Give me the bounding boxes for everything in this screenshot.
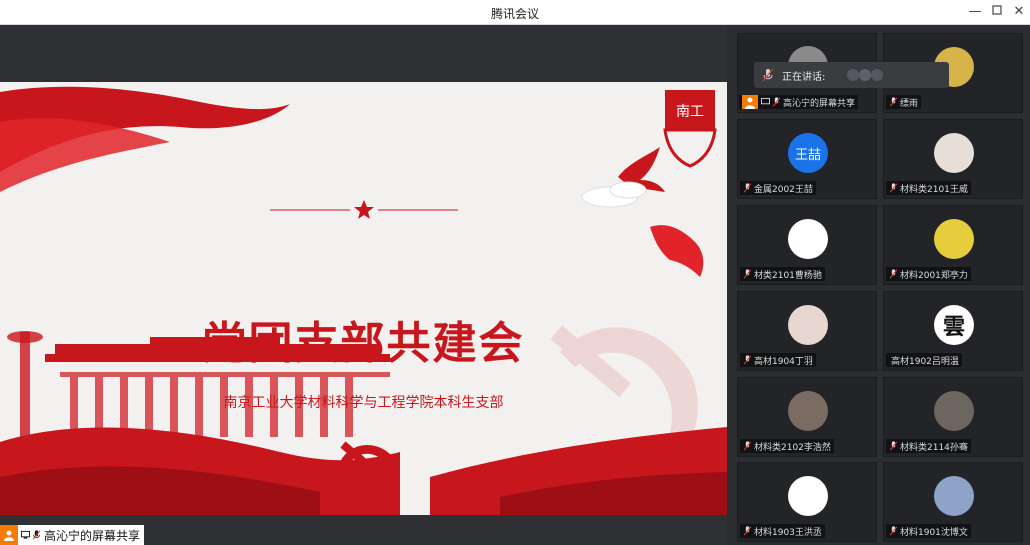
window-title: 腾讯会议 <box>490 7 539 21</box>
mic-muted-icon <box>889 441 898 451</box>
participant-name-bar: 材料类2102李浩然 <box>740 439 834 453</box>
avatar <box>788 391 828 431</box>
mic-muted-icon <box>889 269 898 279</box>
maximize-button[interactable] <box>987 3 1007 21</box>
avatar: 雲 <box>934 305 974 345</box>
avatar <box>934 133 974 173</box>
participant-name-bar: 高沁宁的屏幕共享 <box>739 95 859 109</box>
participant-name: 材料1901沈博文 <box>900 527 968 538</box>
avatar <box>934 219 974 259</box>
host-person-icon <box>742 95 758 109</box>
mic-muted-icon <box>743 441 752 451</box>
svg-text:南工: 南工 <box>676 104 704 120</box>
participant-name-bar: 材料类2114孙骞 <box>886 439 971 453</box>
avatar <box>788 305 828 345</box>
participant-name-bar: 材料类2101王威 <box>886 181 971 195</box>
participant-tile[interactable]: 材料2001郑亭力 <box>883 205 1023 285</box>
participant-tile[interactable]: 材料类2102李浩然 <box>737 377 877 457</box>
participant-name-bar: 材料1903王洪丞 <box>740 524 825 538</box>
screen-share-icon <box>761 97 770 105</box>
avatar <box>788 219 828 259</box>
presentation-slide: 南工 党团支部共建会 南京工业大学材料科学与工程学院本科生支部 <box>0 82 727 515</box>
participant-tile[interactable]: 高材1904丁羽 <box>737 291 877 371</box>
participant-name-bar: 高材1902吕明温 <box>886 353 962 367</box>
participant-name: 材料类2102李浩然 <box>754 442 831 453</box>
participant-name-bar: 材料2001郑亭力 <box>886 267 971 281</box>
mic-muted-icon <box>889 526 898 536</box>
participant-tile[interactable]: 材料类2101王威 <box>883 119 1023 199</box>
slide-decoration: 南工 <box>0 86 727 515</box>
participant-name-bar: 缥雨 <box>886 95 922 109</box>
mic-muted-icon <box>743 183 752 193</box>
participant-name: 材料1903王洪丞 <box>754 527 822 538</box>
close-button[interactable]: ✕ <box>1009 3 1029 21</box>
speaking-indicator: 正在讲话: <box>754 62 949 88</box>
participant-tile[interactable]: 材料1901沈博文 <box>883 462 1023 542</box>
participant-name: 材料类2101王威 <box>900 184 968 195</box>
participant-name: 材料2001郑亭力 <box>900 270 968 281</box>
screen-share-label: 高沁宁的屏幕共享 <box>0 525 145 545</box>
maximize-icon <box>992 5 1002 15</box>
participant-tile[interactable]: 雲 高材1902吕明温 <box>883 291 1023 371</box>
participant-name: 高材1902吕明温 <box>891 356 959 367</box>
participant-name: 高沁宁的屏幕共享 <box>783 98 856 109</box>
mic-muted-icon <box>772 97 781 107</box>
participant-name-bar: 材类2101曹杨驰 <box>740 267 825 281</box>
blurred-name-redaction <box>847 69 884 81</box>
host-person-icon <box>0 525 18 545</box>
mic-icon <box>762 68 774 82</box>
participant-name: 材料类2114孙骞 <box>900 442 968 453</box>
minimize-button[interactable]: — <box>965 3 985 21</box>
screen-share-text: 高沁宁的屏幕共享 <box>44 528 141 543</box>
participant-name-bar: 材料1901沈博文 <box>886 524 971 538</box>
participant-name-bar: 高材1904丁羽 <box>740 353 816 367</box>
mic-muted-icon <box>32 530 41 540</box>
participant-tile[interactable]: 材料类2114孙骞 <box>883 377 1023 457</box>
participant-name: 材类2101曹杨驰 <box>754 270 822 281</box>
participant-name-bar: 金属2002王喆 <box>740 181 816 195</box>
participant-tile[interactable]: 王喆 金属2002王喆 <box>737 119 877 199</box>
mic-muted-icon <box>743 269 752 279</box>
mic-muted-icon <box>743 355 752 365</box>
screen-share-icon <box>21 530 30 539</box>
participant-name: 金属2002王喆 <box>754 184 813 195</box>
slide-heading: 党团支部共建会 <box>202 318 525 369</box>
avatar <box>934 476 974 516</box>
shared-screen-area: 南工 党团支部共建会 南京工业大学材料科学与工程学院本科生支部 高沁宁的屏幕共享 <box>0 25 727 545</box>
participant-tile[interactable]: 材类2101曹杨驰 <box>737 205 877 285</box>
speaking-label: 正在讲话: <box>782 71 826 83</box>
avatar: 王喆 <box>788 133 828 173</box>
mic-muted-icon <box>889 183 898 193</box>
participant-tile[interactable]: 材料1903王洪丞 <box>737 462 877 542</box>
participant-name: 高材1904丁羽 <box>754 356 813 367</box>
avatar <box>788 476 828 516</box>
title-bar: 腾讯会议 — ✕ <box>0 0 1030 25</box>
mic-muted-icon <box>743 526 752 536</box>
participant-name: 缥雨 <box>900 98 919 109</box>
mic-muted-icon <box>889 97 898 107</box>
participants-panel: 高沁宁的屏幕共享 缥雨 王喆 金属2002王喆 材料类2101王威 材类2101… <box>727 25 1030 545</box>
slide-subheading: 南京工业大学材料科学与工程学院本科生支部 <box>223 395 504 411</box>
avatar <box>934 391 974 431</box>
